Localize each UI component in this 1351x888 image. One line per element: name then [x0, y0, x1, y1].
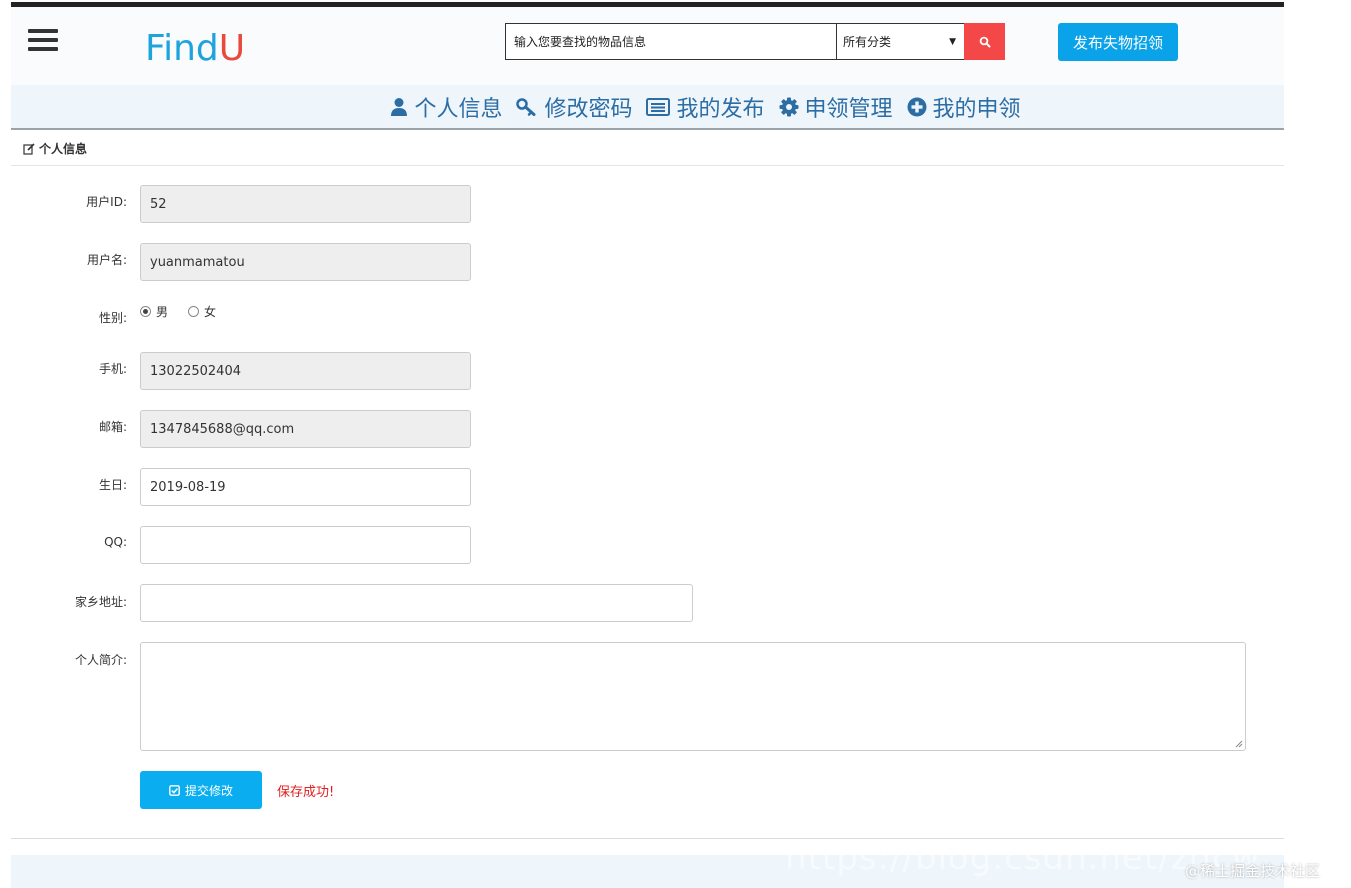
- user-icon: [391, 97, 408, 116]
- header: FindU 所有分类 ▼ 发布失物招领: [11, 7, 1284, 85]
- hometown-label: 家乡地址:: [74, 595, 127, 609]
- app-frame: FindU 所有分类 ▼ 发布失物招领: [11, 0, 1284, 888]
- gender-female-label: 女: [204, 305, 217, 319]
- logo[interactable]: FindU: [145, 27, 245, 71]
- publish-lost-found-button[interactable]: 发布失物招领: [1058, 23, 1178, 61]
- user-id-field[interactable]: 52: [140, 185, 471, 223]
- edit-icon: [23, 142, 35, 155]
- search-icon: [979, 36, 990, 47]
- username-field[interactable]: yuanmamatou: [140, 243, 471, 281]
- nav-item-claim-management[interactable]: 申领管理: [779, 91, 893, 123]
- user-id-label: 用户ID:: [86, 195, 127, 209]
- nav-item-profile[interactable]: 个人信息: [390, 91, 502, 123]
- gender-label: 性别:: [98, 311, 127, 325]
- phone-label: 手机:: [98, 362, 127, 376]
- qq-label: QQ:: [104, 535, 127, 549]
- email-field[interactable]: 1347845688@qq.com: [140, 410, 471, 448]
- plus-circle-icon: [907, 97, 927, 116]
- category-selected-value: 所有分类: [843, 35, 892, 49]
- search-bar: 所有分类 ▼: [505, 23, 1005, 60]
- check-square-icon: [169, 784, 180, 796]
- resize-handle-icon[interactable]: [1235, 740, 1243, 748]
- watermark-site: @稀土掘金技术社区: [1185, 862, 1321, 880]
- section-title: 个人信息: [39, 142, 88, 156]
- bio-textarea[interactable]: [140, 642, 1246, 751]
- gender-female-radio[interactable]: [188, 306, 200, 317]
- gender-male-label: 男: [156, 305, 169, 319]
- category-select[interactable]: 所有分类 ▼: [837, 24, 964, 59]
- gender-radio-group: 男 女: [140, 303, 236, 320]
- search-button[interactable]: [964, 23, 1005, 60]
- submit-changes-button[interactable]: 提交修改: [140, 771, 262, 809]
- qq-field[interactable]: [140, 526, 471, 564]
- profile-nav: 个人信息 修改密码 我的发布 申领管理 我的申领: [11, 85, 1284, 130]
- nav-item-my-posts[interactable]: 我的发布: [646, 91, 765, 123]
- key-icon: [516, 97, 536, 116]
- section-header: 个人信息: [11, 132, 1284, 166]
- logo-u-text: U: [218, 28, 246, 69]
- nav-item-label: 我的申领: [932, 96, 1021, 122]
- nav-item-my-claims[interactable]: 我的申领: [907, 91, 1021, 123]
- birthday-label: 生日:: [98, 478, 127, 492]
- menu-icon[interactable]: [28, 29, 58, 51]
- nav-item-label: 申领管理: [804, 96, 893, 122]
- page: FindU 所有分类 ▼ 发布失物招领: [0, 0, 1351, 888]
- nav-item-label: 修改密码: [544, 96, 633, 122]
- nav-item-change-password[interactable]: 修改密码: [516, 91, 632, 123]
- dropdown-arrow-icon: ▼: [949, 36, 956, 47]
- birthday-field[interactable]: 2019-08-19: [140, 468, 471, 506]
- nav-item-label: 我的发布: [676, 96, 765, 122]
- email-label: 邮箱:: [98, 420, 127, 434]
- gender-male-radio[interactable]: [140, 306, 151, 317]
- search-input[interactable]: [506, 24, 837, 59]
- bio-label: 个人简介:: [74, 653, 127, 667]
- gear-icon: [779, 97, 798, 116]
- nav-item-label: 个人信息: [414, 96, 503, 122]
- hometown-field[interactable]: [140, 584, 693, 622]
- save-status-message: 保存成功!: [277, 785, 335, 800]
- list-icon: [646, 97, 671, 116]
- phone-field[interactable]: 13022502404: [140, 352, 471, 390]
- submit-changes-label: 提交修改: [184, 783, 233, 798]
- username-label: 用户名:: [86, 253, 127, 267]
- logo-find-text: Find: [145, 28, 219, 69]
